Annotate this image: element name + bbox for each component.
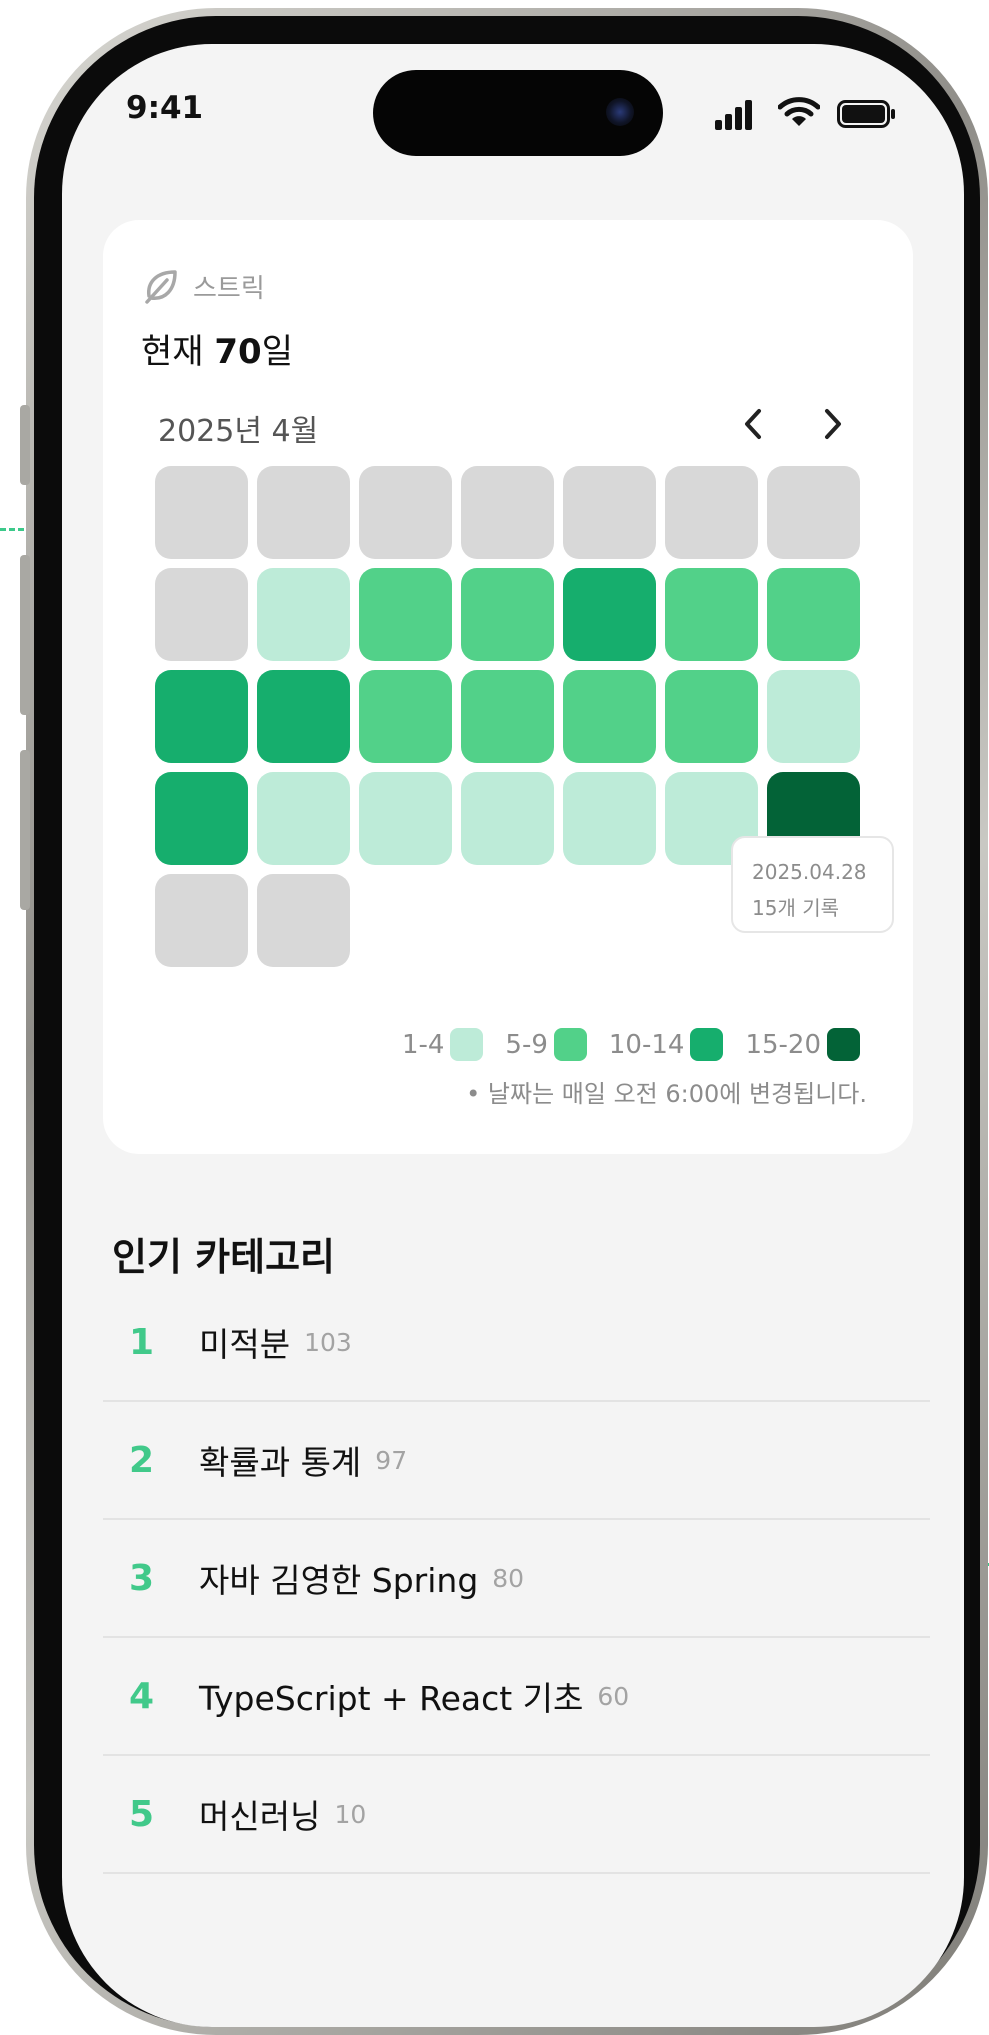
streak-label: 스트릭 [193, 273, 265, 304]
legend-range: 1-4 [401, 1029, 445, 1060]
calendar-day-cell[interactable] [665, 568, 758, 661]
calendar-day-cell[interactable] [767, 670, 860, 763]
category-item[interactable]: 5 머신러닝 10 [103, 1756, 930, 1874]
legend-swatch [450, 1028, 484, 1061]
category-item[interactable]: 3 자바 김영한 Spring 80 [103, 1520, 930, 1638]
popular-categories-title: 인기 카테고리 [112, 1235, 335, 1279]
wifi-icon [778, 97, 820, 126]
category-count: 80 [492, 1563, 525, 1593]
category-rank: 4 [129, 1675, 155, 1717]
current-streak-prefix: 현재 [141, 332, 215, 372]
calendar-day-cell[interactable] [155, 772, 248, 865]
reset-note: • 날짜는 매일 오전 6:00에 변경됩니다. [466, 1080, 867, 1108]
calendar-day-cell[interactable] [461, 568, 554, 661]
calendar-month: 2025년 4월 [158, 414, 319, 449]
calendar-day-cell[interactable] [461, 466, 554, 559]
calendar-day-cell[interactable] [155, 466, 248, 559]
calendar-day-cell[interactable] [155, 670, 248, 763]
calendar-day-cell[interactable] [563, 670, 656, 763]
next-month-button[interactable] [813, 402, 853, 446]
tooltip-count: 15개 기록 [752, 896, 840, 920]
calendar-day-cell[interactable] [563, 772, 656, 865]
category-rank: 2 [129, 1439, 155, 1481]
legend-range: 15-20 [745, 1029, 821, 1060]
chevron-right-icon [825, 409, 841, 439]
calendar-day-cell[interactable] [665, 466, 758, 559]
calendar-day-cell[interactable] [359, 466, 452, 559]
category-count: 97 [375, 1445, 408, 1475]
volume-down-button [20, 750, 30, 910]
legend-range: 5-9 [505, 1029, 548, 1060]
calendar-day-cell[interactable] [257, 670, 350, 763]
category-list: 1 미적분 103 2 확률과 통계 97 3 자바 김영한 Spring 80… [103, 1284, 930, 1874]
category-count: 60 [597, 1681, 630, 1711]
calendar-day-cell[interactable] [767, 568, 860, 661]
category-item[interactable]: 4 TypeScript + React 기초 60 [103, 1638, 930, 1756]
category-name: 자바 김영한 Spring [199, 1561, 479, 1600]
day-tooltip: 2025.04.28 15개 기록 [731, 836, 894, 933]
calendar-day-cell[interactable] [155, 568, 248, 661]
calendar-day-cell[interactable] [461, 772, 554, 865]
chevron-left-icon [745, 409, 761, 439]
calendar-day-cell[interactable] [257, 772, 350, 865]
action-button [20, 405, 30, 485]
calendar-day-cell[interactable] [359, 670, 452, 763]
calendar-day-cell[interactable] [461, 670, 554, 763]
battery-icon [837, 100, 895, 128]
category-count: 10 [334, 1799, 367, 1829]
category-name: 확률과 통계 [199, 1443, 362, 1482]
calendar-day-cell[interactable] [257, 568, 350, 661]
current-streak: 현재 70일 [141, 324, 293, 373]
category-item[interactable]: 1 미적분 103 [103, 1284, 930, 1402]
calendar-day-cell[interactable] [563, 568, 656, 661]
category-rank: 5 [129, 1793, 155, 1835]
legend-item: 5-9 [505, 1028, 587, 1061]
category-rank: 3 [129, 1557, 155, 1599]
leaf-icon [145, 270, 177, 304]
category-rank: 1 [129, 1321, 155, 1363]
legend-item: 15-20 [745, 1028, 860, 1061]
legend-swatch [827, 1028, 860, 1061]
legend-item: 1-4 [401, 1028, 484, 1061]
current-streak-suffix: 일 [261, 332, 293, 372]
legend-swatch [553, 1028, 587, 1061]
legend-swatch [690, 1028, 724, 1061]
status-time: 9:41 [126, 90, 204, 126]
streak-header: 스트릭 [141, 266, 265, 306]
calendar-day-cell[interactable] [665, 670, 758, 763]
calendar-day-cell[interactable] [359, 772, 452, 865]
volume-up-button [20, 555, 30, 715]
category-item[interactable]: 2 확률과 통계 97 [103, 1402, 930, 1520]
category-name: TypeScript + React 기초 [199, 1679, 584, 1718]
front-camera [606, 98, 634, 126]
tooltip-date: 2025.04.28 [752, 860, 867, 884]
legend-item: 10-14 [609, 1028, 724, 1061]
calendar-day-cell[interactable] [767, 466, 860, 559]
signal-icon [715, 96, 759, 130]
category-count: 103 [304, 1327, 352, 1357]
legend: 1-4 5-9 10-14 15-20 [380, 1028, 860, 1061]
prev-month-button[interactable] [733, 402, 773, 446]
status-icons [715, 96, 895, 130]
calendar-day-cell[interactable] [257, 466, 350, 559]
legend-range: 10-14 [608, 1029, 685, 1060]
current-streak-value: 70 [214, 332, 262, 372]
category-name: 머신러닝 [199, 1797, 321, 1836]
calendar-day-cell[interactable] [257, 874, 350, 967]
calendar-day-cell[interactable] [359, 568, 452, 661]
category-name: 미적분 [199, 1325, 291, 1364]
calendar-day-cell[interactable] [155, 874, 248, 967]
calendar-day-cell[interactable] [563, 466, 656, 559]
